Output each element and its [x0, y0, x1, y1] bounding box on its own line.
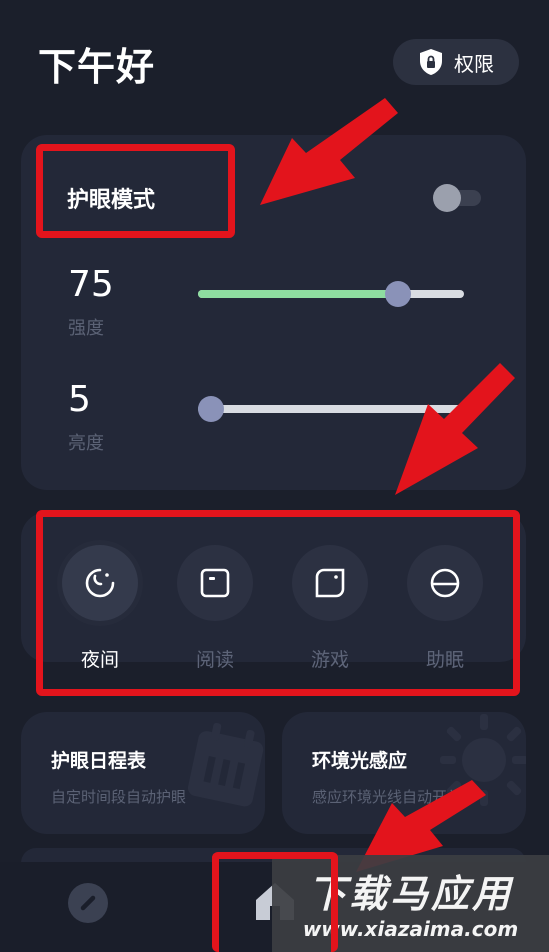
annotation-arrow-middle: [395, 363, 515, 495]
annotation-arrow-top: [260, 98, 398, 205]
annotation-arrows: [260, 98, 515, 872]
annotation-box-home: [212, 852, 338, 952]
